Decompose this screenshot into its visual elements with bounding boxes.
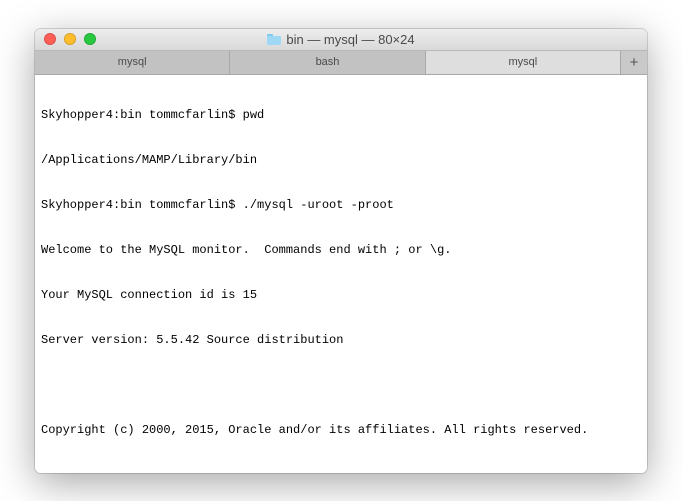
terminal-line (41, 378, 641, 393)
terminal-window: bin — mysql — 80×24 mysql bash mysql + S… (35, 29, 647, 473)
tab-label: mysql (508, 56, 537, 68)
tab-mysql-2[interactable]: mysql (426, 51, 621, 74)
terminal-line (41, 468, 641, 473)
zoom-icon[interactable] (84, 33, 96, 45)
terminal-line: Server version: 5.5.42 Source distributi… (41, 333, 641, 348)
tab-label: mysql (118, 56, 147, 68)
terminal-line: Your MySQL connection id is 15 (41, 288, 641, 303)
window-title-text: bin — mysql — 80×24 (286, 32, 414, 47)
tab-label: bash (316, 56, 340, 68)
window-controls (44, 33, 96, 45)
terminal-line: Skyhopper4:bin tommcfarlin$ pwd (41, 108, 641, 123)
tab-mysql-1[interactable]: mysql (35, 51, 230, 74)
tab-bar: mysql bash mysql + (35, 51, 647, 75)
plus-icon: + (630, 54, 639, 71)
folder-icon (267, 34, 281, 45)
tab-bash[interactable]: bash (230, 51, 425, 74)
close-icon[interactable] (44, 33, 56, 45)
terminal-body[interactable]: Skyhopper4:bin tommcfarlin$ pwd /Applica… (35, 75, 647, 473)
add-tab-button[interactable]: + (621, 51, 647, 74)
terminal-line: Skyhopper4:bin tommcfarlin$ ./mysql -uro… (41, 198, 641, 213)
terminal-line: Copyright (c) 2000, 2015, Oracle and/or … (41, 423, 641, 438)
terminal-line: /Applications/MAMP/Library/bin (41, 153, 641, 168)
titlebar[interactable]: bin — mysql — 80×24 (35, 29, 647, 51)
terminal-line: Welcome to the MySQL monitor. Commands e… (41, 243, 641, 258)
minimize-icon[interactable] (64, 33, 76, 45)
window-title: bin — mysql — 80×24 (35, 32, 647, 47)
